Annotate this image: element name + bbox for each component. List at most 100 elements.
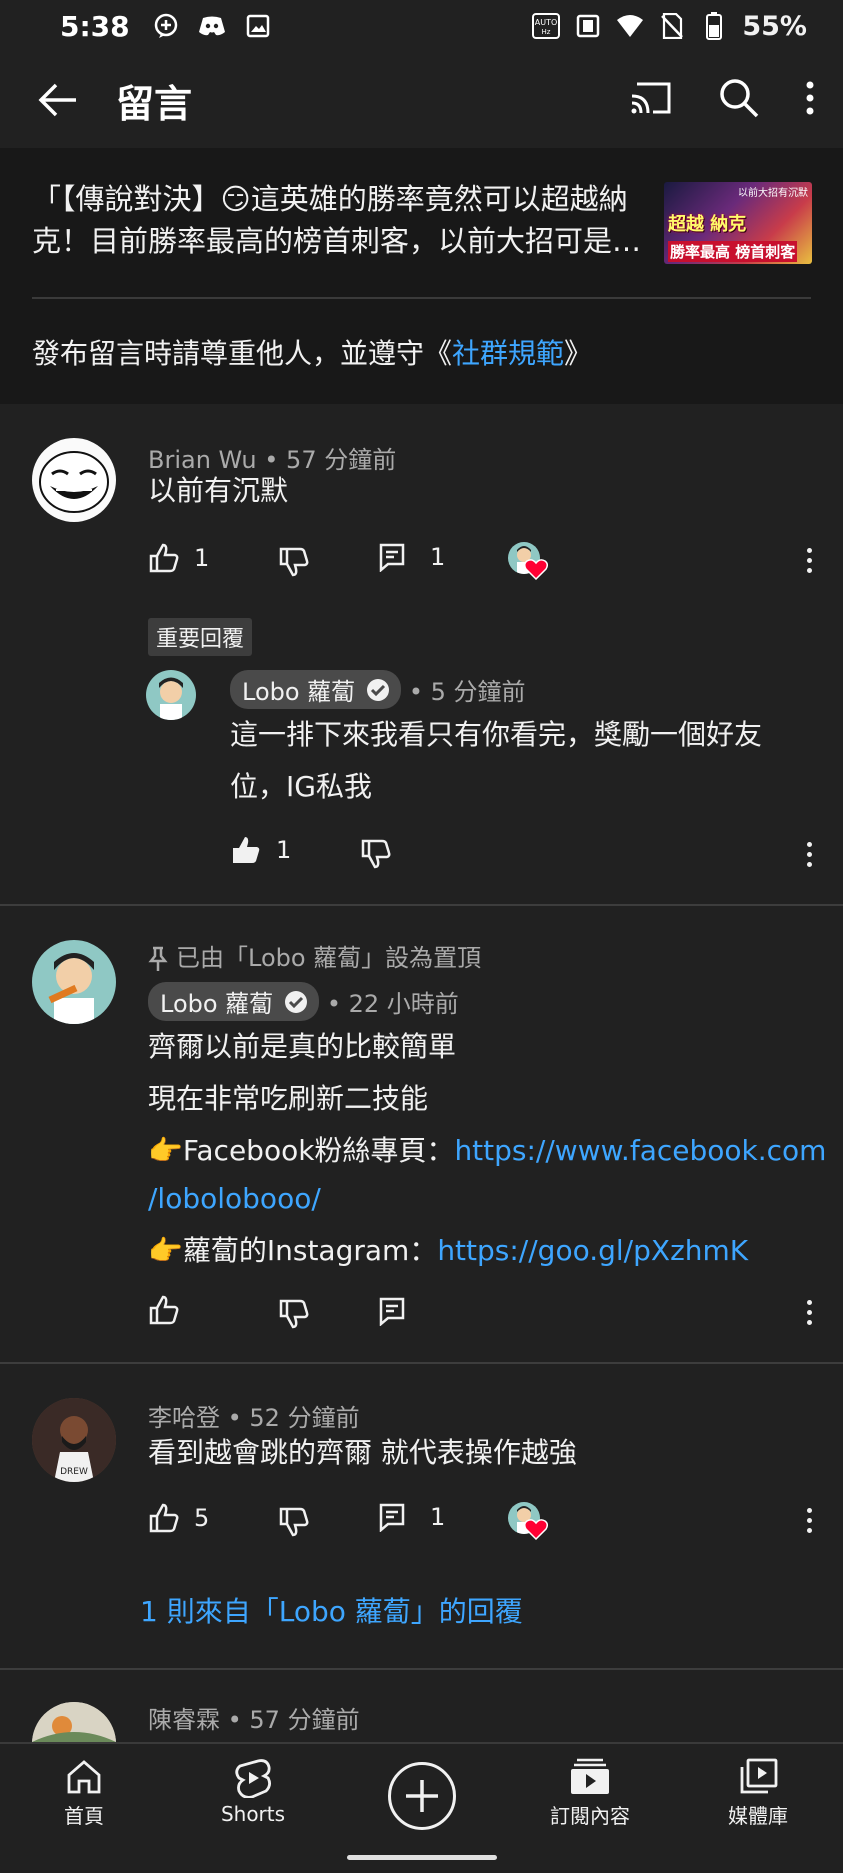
thumbs-up-icon <box>149 1503 179 1533</box>
search-icon <box>720 79 759 118</box>
nav-home-label: 首頁 <box>64 1804 104 1828</box>
app-bar: 留言 <box>0 52 843 148</box>
battery-icon <box>700 12 728 40</box>
more-vert-icon <box>806 81 814 115</box>
nav-subscriptions[interactable]: 訂閱內容 <box>510 1758 670 1829</box>
avatar[interactable] <box>32 940 116 1024</box>
avatar[interactable] <box>32 1702 116 1742</box>
video-thumbnail[interactable]: 以前大招有沉默 超越 納克 勝率最高 榜首刺客 <box>664 182 812 264</box>
auto-hz-icon: AUTO Hz <box>532 12 561 40</box>
reply-count: 1 <box>430 1503 446 1531</box>
dislike-button[interactable] <box>278 1506 310 1538</box>
nav-library[interactable]: 媒體庫 <box>678 1758 838 1829</box>
comment-text-line: 👉Facebook粉絲專頁：https://www.facebook.com <box>148 1134 827 1167</box>
comment-thread: DREW 李哈登 • 52 分鐘前 看到越會跳的齊爾 就代表操作越強 5 1 1… <box>0 1364 843 1668</box>
nav-shorts[interactable]: Shorts <box>173 1758 333 1826</box>
reply-like-button[interactable]: 1 <box>230 834 291 866</box>
avatar[interactable] <box>146 670 196 720</box>
nav-library-label: 媒體庫 <box>728 1804 788 1828</box>
comment-menu-button[interactable] <box>801 1500 817 1540</box>
facebook-link-continued[interactable]: /lobolobooo/ <box>148 1182 321 1215</box>
pin-icon <box>148 946 168 971</box>
comment-time: • 57 分鐘前 <box>220 1706 360 1734</box>
avatar-jersey-text: DREW <box>60 1467 88 1477</box>
creator-heart <box>508 1502 548 1542</box>
thumbnail-bottom-text: 勝率最高 榜首刺客 <box>668 241 798 262</box>
lobo-avatar-icon <box>159 677 183 720</box>
nav-home[interactable]: 首頁 <box>4 1758 164 1829</box>
reply-icon <box>379 543 405 572</box>
page-title: 留言 <box>116 81 193 126</box>
comment-author[interactable]: 陳睿霖 <box>148 1706 220 1734</box>
creator-chip[interactable]: Lobo 蘿蔔 <box>148 982 320 1021</box>
comment-menu-button[interactable] <box>801 540 817 580</box>
thumbs-up-icon <box>149 1295 179 1325</box>
creator-chip[interactable]: Lobo 蘿蔔 <box>230 670 402 709</box>
reply-icon <box>379 1297 405 1326</box>
reply-button[interactable]: 1 <box>378 542 445 572</box>
view-replies-button[interactable]: 1 則來自「Lobo 蘿蔔」的回覆 <box>140 1590 523 1630</box>
dislike-button[interactable] <box>278 546 310 578</box>
chat-plus-icon <box>152 12 180 40</box>
video-title[interactable]: 「【傳說對決】😏這英雄的勝率竟然可以超越納克！目前勝率最高的榜首刺客，以前大招可… <box>32 178 652 262</box>
cast-button[interactable] <box>629 80 673 120</box>
dislike-button[interactable] <box>278 1298 310 1330</box>
comment-meta: 陳睿霖 • 57 分鐘前 <box>148 1700 360 1735</box>
pinned-comment: 已由「Lobo 蘿蔔」設為置頂 Lobo 蘿蔔 • 22 小時前 齊爾以前是真的… <box>0 906 843 1362</box>
avatar[interactable] <box>32 438 116 522</box>
thumbs-down-icon <box>361 839 391 869</box>
comment-text-line: 現在非常吃刷新二技能 <box>148 1082 429 1115</box>
thumbnail-corner-text: 以前大招有沉默 <box>738 188 808 199</box>
thumbs-up-filled-icon <box>233 837 260 863</box>
like-button[interactable] <box>148 1294 180 1326</box>
search-button[interactable] <box>719 78 759 122</box>
back-arrow-icon <box>38 83 76 117</box>
library-icon <box>740 1758 778 1794</box>
create-button[interactable] <box>388 1762 456 1830</box>
comment-thread: Brian Wu • 57 分鐘前 以前有沉默 1 1 重要回覆 Lobo 蘿蔔… <box>0 404 843 904</box>
avatar[interactable]: DREW <box>32 1398 116 1482</box>
verified-check-icon <box>367 678 390 701</box>
comment-thread: 陳睿霖 • 57 分鐘前 <box>0 1670 843 1742</box>
like-count: 5 <box>194 1504 210 1532</box>
comments-header: 「【傳說對決】😏這英雄的勝率竟然可以超越納克！目前勝率最高的榜首刺客，以前大招可… <box>0 148 843 404</box>
back-button[interactable] <box>0 52 116 148</box>
pinned-label: 已由「Lobo 蘿蔔」設為置頂 <box>148 938 481 973</box>
comment-meta: Lobo 蘿蔔 • 22 小時前 <box>148 982 459 1021</box>
user-avatar-icon <box>32 1702 116 1742</box>
thumbs-up-icon <box>149 543 179 573</box>
facebook-link[interactable]: https://www.facebook.com <box>454 1134 826 1167</box>
community-guidelines-link[interactable]: 社群規範 <box>452 337 564 370</box>
subscriptions-icon <box>571 1758 609 1794</box>
cast-icon <box>631 82 671 114</box>
like-button[interactable]: 1 <box>148 542 209 574</box>
like-button[interactable]: 5 <box>148 1502 209 1534</box>
reply-button[interactable] <box>378 1296 406 1326</box>
comment-text: 看到越會跳的齊爾 就代表操作越強 <box>148 1436 577 1469</box>
home-icon <box>67 1760 101 1794</box>
verified-check-icon <box>285 990 308 1013</box>
community-guidelines-notice: 發布留言時請尊重他人，並遵守《社群規範》 <box>32 337 593 370</box>
comment-menu-button[interactable] <box>801 1292 817 1332</box>
reply-dislike-button[interactable] <box>360 838 392 870</box>
comment-text: 以前有沉默 <box>148 474 289 507</box>
lobo-avatar-icon <box>48 953 94 1024</box>
svg-text:AUTO: AUTO <box>535 18 558 27</box>
overflow-menu-button[interactable] <box>805 80 815 120</box>
reply-button[interactable]: 1 <box>378 1502 445 1532</box>
nav-subscriptions-label: 訂閱內容 <box>550 1804 630 1828</box>
instagram-link[interactable]: https://goo.gl/pXzhmK <box>437 1234 748 1267</box>
header-divider <box>32 297 811 299</box>
shorts-icon <box>235 1759 271 1798</box>
like-count: 1 <box>276 836 292 864</box>
gesture-home-bar[interactable] <box>347 1855 497 1860</box>
discord-icon <box>198 12 226 40</box>
battery-percent: 55% <box>742 10 807 42</box>
reply-time: • 5 分鐘前 <box>401 678 526 706</box>
comment-text-line: 👉蘿蔔的Instagram：https://goo.gl/pXzhmK <box>148 1234 749 1267</box>
status-time: 5:38 <box>60 9 130 43</box>
reply-menu-button[interactable] <box>801 834 817 874</box>
troll-face-avatar-icon <box>39 451 109 513</box>
comment-author: Lobo 蘿蔔 <box>160 990 274 1018</box>
like-count: 1 <box>194 544 210 572</box>
